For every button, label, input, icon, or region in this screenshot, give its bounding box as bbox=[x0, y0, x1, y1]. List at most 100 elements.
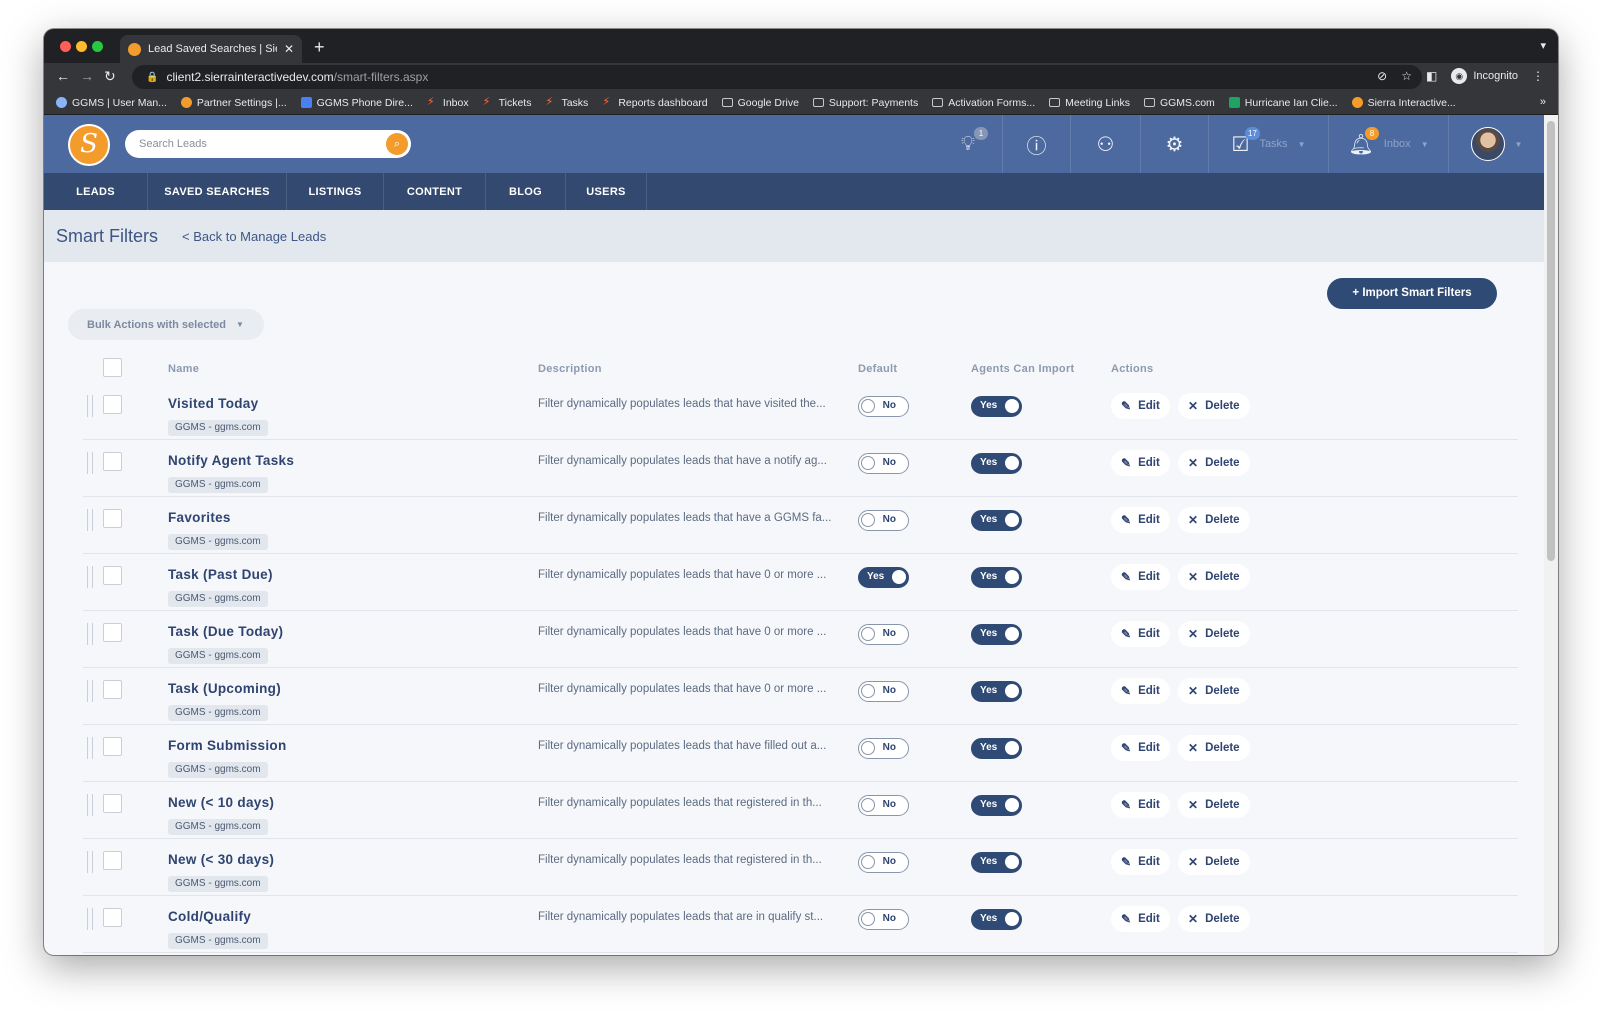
edit-button[interactable]: ✎ Edit bbox=[1111, 735, 1170, 761]
default-toggle[interactable]: No bbox=[858, 852, 909, 873]
select-all-checkbox[interactable] bbox=[103, 358, 122, 377]
default-toggle[interactable]: No bbox=[858, 453, 909, 474]
nav-users[interactable]: USERS bbox=[566, 173, 647, 210]
row-checkbox[interactable] bbox=[103, 794, 122, 813]
bookmark-star-icon[interactable]: ☆ bbox=[1401, 69, 1412, 83]
drag-handle-icon[interactable] bbox=[87, 737, 93, 759]
delete-button[interactable]: ✕ Delete bbox=[1178, 678, 1250, 704]
search-icon[interactable]: ⌕ bbox=[386, 133, 408, 155]
delete-button[interactable]: ✕ Delete bbox=[1178, 906, 1250, 932]
delete-button[interactable]: ✕ Delete bbox=[1178, 621, 1250, 647]
scrollbar-thumb[interactable] bbox=[1547, 121, 1555, 561]
help-button[interactable]: ⓘ bbox=[1002, 115, 1070, 173]
edit-button[interactable]: ✎ Edit bbox=[1111, 621, 1170, 647]
delete-button[interactable]: ✕ Delete bbox=[1178, 849, 1250, 875]
row-checkbox[interactable] bbox=[103, 737, 122, 756]
edit-button[interactable]: ✎ Edit bbox=[1111, 393, 1170, 419]
delete-button[interactable]: ✕ Delete bbox=[1178, 792, 1250, 818]
drag-handle-icon[interactable] bbox=[87, 908, 93, 930]
ideas-button[interactable]: 💡︎ 1 bbox=[934, 115, 1002, 173]
agents-can-import-toggle[interactable]: Yes bbox=[971, 795, 1022, 816]
row-checkbox[interactable] bbox=[103, 908, 122, 927]
bookmark-item[interactable]: Partner Settings |... bbox=[180, 97, 287, 109]
drag-handle-icon[interactable] bbox=[87, 395, 93, 417]
drag-handle-icon[interactable] bbox=[87, 680, 93, 702]
page-scrollbar[interactable] bbox=[1544, 115, 1558, 955]
bookmark-item[interactable]: ⚡︎ Tasks bbox=[545, 97, 588, 109]
filter-name[interactable]: Form Submission bbox=[168, 738, 287, 753]
default-toggle[interactable]: Yes bbox=[858, 567, 909, 588]
edit-button[interactable]: ✎ Edit bbox=[1111, 792, 1170, 818]
agents-can-import-toggle[interactable]: Yes bbox=[971, 681, 1022, 702]
user-menu[interactable]: ▼ bbox=[1448, 115, 1544, 173]
row-checkbox[interactable] bbox=[103, 452, 122, 471]
edit-button[interactable]: ✎ Edit bbox=[1111, 849, 1170, 875]
bookmark-item[interactable]: ⚡︎ Inbox bbox=[427, 97, 469, 109]
minimize-window-button[interactable] bbox=[76, 41, 87, 52]
edit-button[interactable]: ✎ Edit bbox=[1111, 450, 1170, 476]
maximize-window-button[interactable] bbox=[92, 41, 103, 52]
agents-can-import-toggle[interactable]: Yes bbox=[971, 738, 1022, 759]
delete-button[interactable]: ✕ Delete bbox=[1178, 450, 1250, 476]
back-arrow-icon[interactable]: ← bbox=[56, 68, 70, 84]
delete-button[interactable]: ✕ Delete bbox=[1178, 564, 1250, 590]
default-toggle[interactable]: No bbox=[858, 510, 909, 531]
import-smart-filters-button[interactable]: + Import Smart Filters bbox=[1327, 278, 1497, 309]
filter-name[interactable]: New (< 30 days) bbox=[168, 852, 274, 867]
edit-button[interactable]: ✎ Edit bbox=[1111, 678, 1170, 704]
delete-button[interactable]: ✕ Delete bbox=[1178, 735, 1250, 761]
bookmark-item[interactable]: GGMS | User Man... bbox=[56, 97, 167, 109]
more-bookmarks-icon[interactable]: » bbox=[1540, 96, 1546, 108]
bookmark-item[interactable]: Sierra Interactive... bbox=[1351, 97, 1456, 109]
address-bar[interactable]: 🔒 client2.sierrainteractivedev.com/smart… bbox=[132, 65, 1422, 89]
default-toggle[interactable]: No bbox=[858, 396, 909, 417]
agents-can-import-toggle[interactable]: Yes bbox=[971, 852, 1022, 873]
agents-can-import-toggle[interactable]: Yes bbox=[971, 567, 1022, 588]
agents-can-import-toggle[interactable]: Yes bbox=[971, 453, 1022, 474]
filter-name[interactable]: Task (Due Today) bbox=[168, 624, 283, 639]
agents-can-import-toggle[interactable]: Yes bbox=[971, 909, 1022, 930]
url-text[interactable]: client2.sierrainteractivedev.com/smart-f… bbox=[166, 70, 428, 84]
filter-name[interactable]: Task (Upcoming) bbox=[168, 681, 281, 696]
reload-icon[interactable]: ↻ bbox=[104, 68, 116, 85]
agents-can-import-toggle[interactable]: Yes bbox=[971, 624, 1022, 645]
bookmark-item[interactable]: Support: Payments bbox=[812, 97, 918, 109]
agents-can-import-toggle[interactable]: Yes bbox=[971, 510, 1022, 531]
browser-tab-active[interactable]: Lead Saved Searches | Sierra I ✕ bbox=[120, 35, 302, 63]
row-checkbox[interactable] bbox=[103, 566, 122, 585]
drag-handle-icon[interactable] bbox=[87, 794, 93, 816]
filter-name[interactable]: Visited Today bbox=[168, 396, 258, 411]
drag-handle-icon[interactable] bbox=[87, 623, 93, 645]
row-checkbox[interactable] bbox=[103, 395, 122, 414]
edit-button[interactable]: ✎ Edit bbox=[1111, 906, 1170, 932]
delete-button[interactable]: ✕ Delete bbox=[1178, 393, 1250, 419]
nav-saved-searches[interactable]: SAVED SEARCHES bbox=[148, 173, 287, 210]
close-window-button[interactable] bbox=[60, 41, 71, 52]
tab-close-icon[interactable]: ✕ bbox=[284, 42, 294, 56]
agents-can-import-toggle[interactable]: Yes bbox=[971, 396, 1022, 417]
bookmark-item[interactable]: Hurricane Ian Clie... bbox=[1228, 97, 1338, 109]
forward-arrow-icon[interactable]: → bbox=[80, 68, 94, 84]
edit-button[interactable]: ✎ Edit bbox=[1111, 564, 1170, 590]
bookmark-item[interactable]: GGMS.com bbox=[1143, 97, 1215, 109]
row-checkbox[interactable] bbox=[103, 680, 122, 699]
bulk-actions-dropdown[interactable]: Bulk Actions with selected ▼ bbox=[68, 309, 264, 340]
bookmark-item[interactable]: Google Drive bbox=[721, 97, 799, 109]
tasks-menu[interactable]: ☑ 17 Tasks ▼ bbox=[1208, 115, 1328, 173]
delete-button[interactable]: ✕ Delete bbox=[1178, 507, 1250, 533]
inbox-menu[interactable]: 🔔︎ 8 Inbox ▼ bbox=[1328, 115, 1448, 173]
default-toggle[interactable]: No bbox=[858, 909, 909, 930]
drag-handle-icon[interactable] bbox=[87, 851, 93, 873]
drag-handle-icon[interactable] bbox=[87, 566, 93, 588]
team-button[interactable]: ⚇ bbox=[1070, 115, 1140, 173]
row-checkbox[interactable] bbox=[103, 623, 122, 642]
default-toggle[interactable]: No bbox=[858, 624, 909, 645]
bookmark-item[interactable]: ⚡︎ Reports dashboard bbox=[602, 97, 707, 109]
bookmark-item[interactable]: GGMS Phone Dire... bbox=[300, 97, 413, 109]
filter-name[interactable]: Favorites bbox=[168, 510, 231, 525]
nav-blog[interactable]: BLOG bbox=[486, 173, 566, 210]
settings-button[interactable]: ⚙ bbox=[1140, 115, 1208, 173]
bookmark-item[interactable]: ⚡︎ Tickets bbox=[483, 97, 532, 109]
filter-name[interactable]: Notify Agent Tasks bbox=[168, 453, 294, 468]
default-toggle[interactable]: No bbox=[858, 795, 909, 816]
